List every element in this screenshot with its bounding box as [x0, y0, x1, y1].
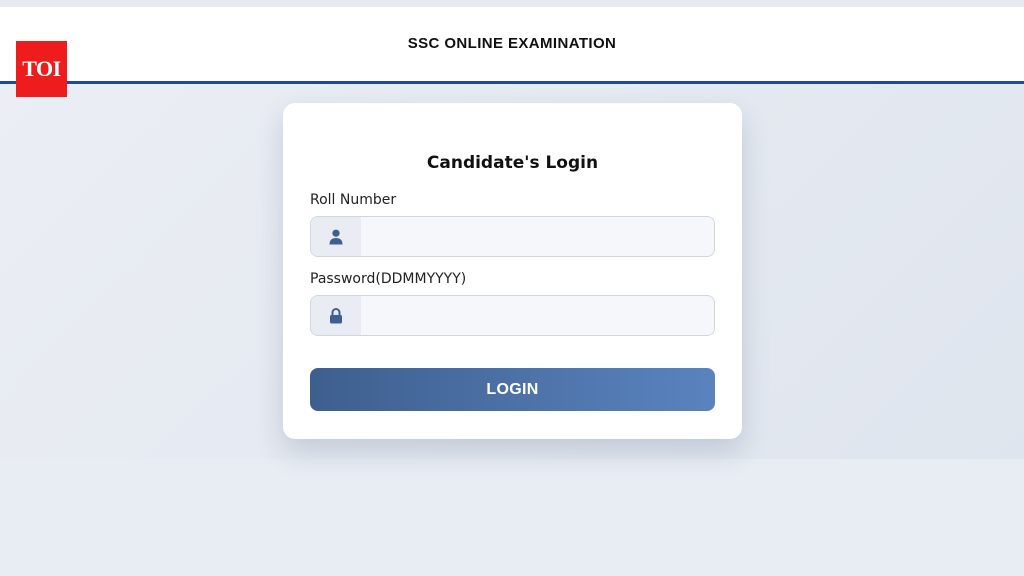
user-icon — [311, 217, 361, 256]
logo-text: TOI — [22, 56, 61, 81]
site-header: SSC ONLINE EXAMINATION — [0, 7, 1024, 84]
password-field — [310, 295, 715, 336]
login-title: Candidate's Login — [426, 153, 599, 173]
page-title: SSC ONLINE EXAMINATION — [407, 34, 617, 52]
top-strip — [0, 0, 1024, 7]
password-input[interactable] — [361, 296, 714, 335]
roll-number-field — [310, 216, 715, 257]
lock-icon — [311, 296, 361, 335]
login-card: Candidate's Login Roll Number Password(D… — [283, 103, 742, 439]
toi-logo: TOI — [16, 41, 67, 97]
roll-number-input[interactable] — [361, 217, 714, 256]
roll-number-label: Roll Number — [310, 192, 397, 208]
lower-background — [0, 459, 1024, 576]
password-label: Password(DDMMYYYY) — [310, 271, 467, 287]
login-button[interactable]: LOGIN — [310, 368, 715, 411]
